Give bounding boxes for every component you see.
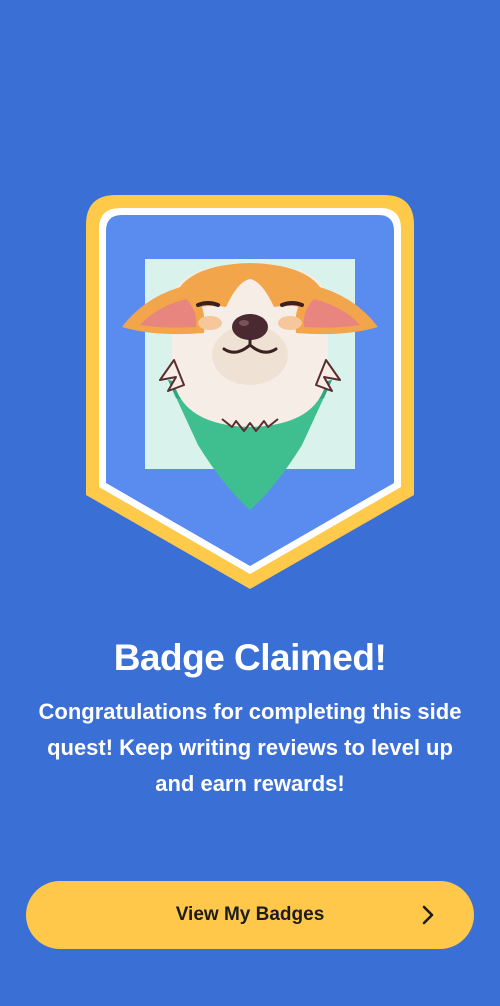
corgi-badge-icon bbox=[86, 195, 414, 589]
view-my-badges-label: View My Badges bbox=[175, 904, 325, 925]
page-title: Badge Claimed! bbox=[113, 637, 387, 678]
badge-claimed-screen: Badge Claimed! Congratulations for compl… bbox=[0, 0, 500, 1006]
view-my-badges-button[interactable]: View My Badges bbox=[26, 881, 474, 949]
badge-illustration bbox=[86, 195, 414, 591]
chevron-right-icon bbox=[416, 903, 440, 927]
congratulations-message: Congratulations for completing this side… bbox=[38, 699, 462, 796]
